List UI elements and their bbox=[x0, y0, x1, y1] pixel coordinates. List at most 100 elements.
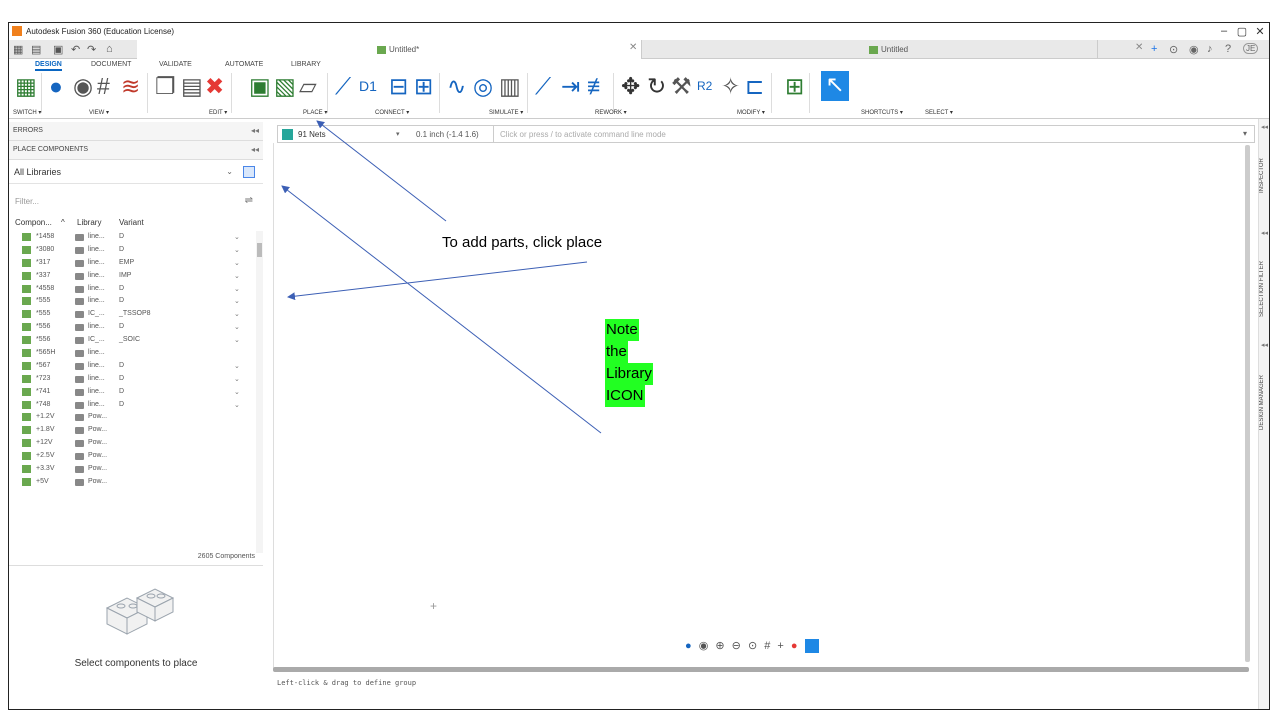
list-item[interactable]: *317 line... EMP ⌄ bbox=[9, 257, 255, 270]
list-item[interactable]: *1458 line... D ⌄ bbox=[9, 231, 255, 244]
list-item[interactable]: *748 line... D ⌄ bbox=[9, 399, 255, 412]
chevron-down-icon[interactable]: ⌄ bbox=[234, 323, 240, 331]
file-menu-icon[interactable]: ▤ bbox=[31, 43, 41, 56]
chevron-down-icon[interactable]: ⌄ bbox=[234, 375, 240, 383]
component-list-scrollbar[interactable] bbox=[256, 231, 263, 553]
list-item[interactable]: *741 line... D ⌄ bbox=[9, 386, 255, 399]
chevron-down-icon[interactable]: ⌄ bbox=[234, 233, 240, 241]
chevron-down-icon[interactable]: ▾ bbox=[396, 130, 400, 138]
delete-icon[interactable]: ✖ bbox=[205, 73, 224, 99]
library-manager-icon[interactable] bbox=[243, 166, 255, 178]
chevron-down-icon[interactable]: ⌄ bbox=[234, 297, 240, 305]
place-from-library-icon[interactable]: ▧ bbox=[274, 73, 296, 99]
menu-document[interactable]: DOCUMENT bbox=[91, 61, 131, 68]
chevron-down-icon[interactable]: ⌄ bbox=[234, 272, 240, 280]
group-place[interactable]: PLACE ▾ bbox=[303, 109, 327, 116]
tab-selection-filter[interactable]: SELECTION FILTER bbox=[1259, 244, 1269, 334]
list-item[interactable]: +3.3V Pow... bbox=[9, 463, 255, 476]
layers-icon[interactable]: ≋ bbox=[121, 73, 140, 99]
collapse-icon[interactable]: ◂◂ bbox=[1261, 123, 1268, 131]
chevron-down-icon[interactable]: ▾ bbox=[1243, 129, 1247, 138]
results-icon[interactable]: ▥ bbox=[499, 73, 521, 99]
canvas-vertical-scrollbar[interactable] bbox=[1245, 145, 1250, 662]
chevron-down-icon[interactable]: ⌄ bbox=[234, 401, 240, 409]
group-simulate[interactable]: SIMULATE ▾ bbox=[489, 109, 523, 116]
paste-icon[interactable]: ▤ bbox=[181, 73, 203, 99]
list-item[interactable]: *723 line... D ⌄ bbox=[9, 373, 255, 386]
chevron-down-icon[interactable]: ⌄ bbox=[234, 362, 240, 370]
apps-grid-icon[interactable]: ▦ bbox=[13, 43, 23, 56]
tab-inspector[interactable]: INSPECTOR bbox=[1259, 141, 1269, 211]
list-item[interactable]: +1.8V Pow... bbox=[9, 424, 255, 437]
gate-swap-icon[interactable]: ⊏ bbox=[745, 73, 764, 99]
filter-input[interactable]: Filter... ⇌ bbox=[9, 189, 263, 213]
group-connect[interactable]: CONNECT ▾ bbox=[375, 109, 409, 116]
zoom-out-icon[interactable]: ⊖ bbox=[732, 640, 741, 652]
shortcuts-icon[interactable]: ⊞ bbox=[785, 73, 804, 99]
home-icon[interactable]: ⌂ bbox=[106, 43, 113, 55]
list-item[interactable]: *555 IC_... _TSSOP8 ⌄ bbox=[9, 308, 255, 321]
column-library[interactable]: Library bbox=[77, 218, 101, 227]
chevron-down-icon[interactable]: ⌄ bbox=[226, 167, 233, 176]
close-window-icon[interactable]: ✕ bbox=[1251, 25, 1269, 38]
list-item[interactable]: *565H line... bbox=[9, 347, 255, 360]
list-item[interactable]: *555 line... D ⌄ bbox=[9, 295, 255, 308]
list-item[interactable]: +1.2V Pow... bbox=[9, 411, 255, 424]
group-modify[interactable]: MODIFY ▾ bbox=[737, 109, 765, 116]
notifications-icon[interactable]: ♪ bbox=[1207, 43, 1213, 55]
smash-icon[interactable]: ✧ bbox=[721, 73, 740, 99]
grid-icon[interactable]: # bbox=[764, 640, 770, 652]
user-avatar[interactable]: JE bbox=[1243, 43, 1259, 54]
scroll-thumb[interactable] bbox=[257, 243, 262, 257]
visibility-icon[interactable]: ◉ bbox=[73, 73, 93, 99]
group-edit[interactable]: EDIT ▾ bbox=[209, 109, 227, 116]
split-icon[interactable]: ⇥ bbox=[561, 73, 580, 99]
menu-automate[interactable]: AUTOMATE bbox=[225, 61, 263, 68]
select-icon[interactable] bbox=[804, 639, 819, 654]
list-item[interactable]: +2.5V Pow... bbox=[9, 450, 255, 463]
group-switch[interactable]: SWITCH ▾ bbox=[13, 109, 41, 116]
minimize-icon[interactable]: – bbox=[1215, 25, 1233, 37]
chevron-down-icon[interactable]: ⌄ bbox=[234, 246, 240, 254]
rotate-icon[interactable]: ↻ bbox=[647, 73, 666, 99]
job-status-icon[interactable]: ◉ bbox=[1189, 43, 1199, 56]
bus-icon[interactable]: ⊞ bbox=[414, 73, 433, 99]
group-shortcuts[interactable]: SHORTCUTS ▾ bbox=[861, 109, 903, 116]
canvas-horizontal-scrollbar[interactable] bbox=[273, 667, 1249, 672]
stop-icon[interactable]: ● bbox=[791, 640, 798, 652]
restore-icon[interactable]: ▢ bbox=[1233, 25, 1251, 38]
grid-icon[interactable]: # bbox=[97, 73, 110, 99]
save-icon[interactable]: ▣ bbox=[53, 43, 63, 56]
menu-library[interactable]: LIBRARY bbox=[291, 61, 321, 68]
library-select[interactable]: All Libraries ⌄ bbox=[9, 160, 263, 184]
menu-validate[interactable]: VALIDATE bbox=[159, 61, 192, 68]
redo-icon[interactable]: ↷ bbox=[87, 43, 96, 56]
sort-ascending-icon[interactable]: ^ bbox=[61, 218, 65, 227]
nets-select[interactable]: 91 Nets bbox=[298, 130, 326, 139]
collapse-icon[interactable]: ◂◂ bbox=[251, 122, 259, 140]
probe-icon[interactable]: ∿ bbox=[447, 73, 466, 99]
command-line-input[interactable]: Click or press / to activate command lin… bbox=[493, 126, 1253, 142]
list-item[interactable]: *337 line... IMP ⌄ bbox=[9, 270, 255, 283]
list-item[interactable]: *3080 line... D ⌄ bbox=[9, 244, 255, 257]
collapse-icon[interactable]: ◂◂ bbox=[1261, 341, 1268, 349]
menu-design[interactable]: DESIGN bbox=[35, 61, 62, 71]
collapse-icon[interactable]: ◂◂ bbox=[1261, 229, 1268, 237]
errors-panel-header[interactable]: ERRORS ◂◂ bbox=[9, 122, 263, 141]
line-icon[interactable]: ⟋ bbox=[535, 73, 551, 99]
group-select[interactable]: SELECT ▾ bbox=[925, 109, 953, 116]
close-tab-icon[interactable]: ✕ bbox=[1135, 42, 1143, 53]
chevron-down-icon[interactable]: ⌄ bbox=[234, 310, 240, 318]
group-rework[interactable]: REWORK ▾ bbox=[595, 109, 627, 116]
switch-icon[interactable]: ▦ bbox=[15, 73, 37, 99]
chevron-down-icon[interactable]: ⌄ bbox=[234, 285, 240, 293]
info-icon[interactable]: ● bbox=[49, 73, 63, 99]
zoom-fit-icon[interactable]: ⊙ bbox=[748, 640, 757, 652]
column-variant[interactable]: Variant bbox=[119, 218, 144, 227]
undo-icon[interactable]: ↶ bbox=[71, 43, 80, 56]
place-component-icon[interactable]: ▣ bbox=[249, 73, 271, 99]
close-tab-icon[interactable]: ✕ bbox=[629, 42, 637, 53]
tab-untitled-modified[interactable]: Untitled* bbox=[137, 40, 642, 59]
chevron-down-icon[interactable]: ⌄ bbox=[234, 259, 240, 267]
list-item[interactable]: *4558 line... D ⌄ bbox=[9, 283, 255, 296]
